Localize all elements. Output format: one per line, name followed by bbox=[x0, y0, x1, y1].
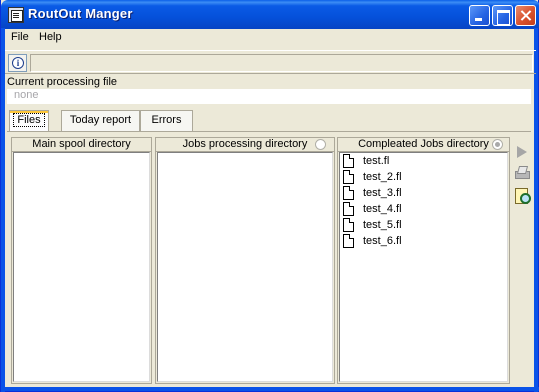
file-name: test_6.fl bbox=[363, 235, 402, 247]
completed-jobs-title: Compleated Jobs directory bbox=[358, 138, 489, 150]
maximize-button[interactable] bbox=[492, 5, 513, 26]
title-bar[interactable]: RoutOut Manger bbox=[1, 0, 539, 29]
info-button[interactable]: i bbox=[8, 54, 27, 72]
file-name: test_4.fl bbox=[363, 203, 402, 215]
main-spool-panel: Main spool directory bbox=[11, 137, 152, 384]
side-toolbar bbox=[513, 142, 533, 212]
app-icon[interactable] bbox=[8, 7, 24, 23]
menu-bar: File Help bbox=[5, 29, 536, 47]
find-icon[interactable] bbox=[513, 186, 531, 204]
completed-jobs-radio[interactable] bbox=[492, 139, 503, 150]
file-icon bbox=[343, 234, 354, 248]
jobs-processing-radio[interactable] bbox=[315, 139, 326, 150]
window-border-right bbox=[534, 28, 538, 392]
file-name: test.fl bbox=[363, 155, 390, 167]
app-window: RoutOut Manger File Help i Current proce… bbox=[0, 0, 539, 392]
minimize-button[interactable] bbox=[469, 5, 490, 26]
close-button[interactable] bbox=[515, 5, 536, 26]
current-file-field: none bbox=[7, 89, 531, 104]
tab-files-label: Files bbox=[13, 113, 45, 127]
current-file-value: none bbox=[14, 89, 39, 101]
toolbar-well bbox=[30, 54, 533, 72]
file-icon bbox=[343, 186, 354, 200]
menu-file[interactable]: File bbox=[11, 31, 29, 43]
window-title: RoutOut Manger bbox=[28, 6, 133, 21]
file-icon bbox=[343, 154, 354, 168]
play-icon[interactable] bbox=[513, 143, 531, 161]
info-icon: i bbox=[12, 57, 24, 69]
completed-jobs-header: Compleated Jobs directory bbox=[338, 137, 509, 152]
file-name: test_3.fl bbox=[363, 187, 402, 199]
file-name: test_2.fl bbox=[363, 171, 402, 183]
tab-divider bbox=[7, 131, 531, 132]
window-border-left bbox=[1, 28, 5, 392]
current-file-label: Current processing file bbox=[7, 76, 118, 88]
tab-files[interactable]: Files bbox=[9, 110, 49, 131]
main-spool-list[interactable] bbox=[13, 152, 150, 382]
jobs-processing-panel: Jobs processing directory bbox=[155, 137, 335, 384]
file-icon bbox=[343, 202, 354, 216]
tab-today-report[interactable]: Today report bbox=[61, 110, 140, 131]
main-spool-header: Main spool directory bbox=[12, 137, 151, 152]
file-icon bbox=[343, 218, 354, 232]
file-name: test_5.fl bbox=[363, 219, 402, 231]
tab-strip: Files Today report Errors bbox=[7, 110, 531, 132]
tab-errors-label: Errors bbox=[151, 114, 182, 126]
menu-help[interactable]: Help bbox=[39, 31, 62, 43]
completed-jobs-list[interactable]: test.fl test_2.fl test_3.fl test_4.fl te… bbox=[339, 152, 508, 382]
file-icon bbox=[343, 170, 354, 184]
print-icon[interactable] bbox=[513, 164, 531, 182]
jobs-processing-header: Jobs processing directory bbox=[156, 137, 334, 152]
tab-today-report-label: Today report bbox=[69, 114, 132, 126]
tab-errors[interactable]: Errors bbox=[140, 110, 193, 131]
toolbar: i bbox=[5, 50, 536, 74]
jobs-processing-title: Jobs processing directory bbox=[182, 138, 308, 150]
window-border-bottom bbox=[1, 387, 539, 391]
completed-jobs-panel: Compleated Jobs directory test.fl test_2… bbox=[337, 137, 510, 384]
jobs-processing-list[interactable] bbox=[157, 152, 333, 382]
